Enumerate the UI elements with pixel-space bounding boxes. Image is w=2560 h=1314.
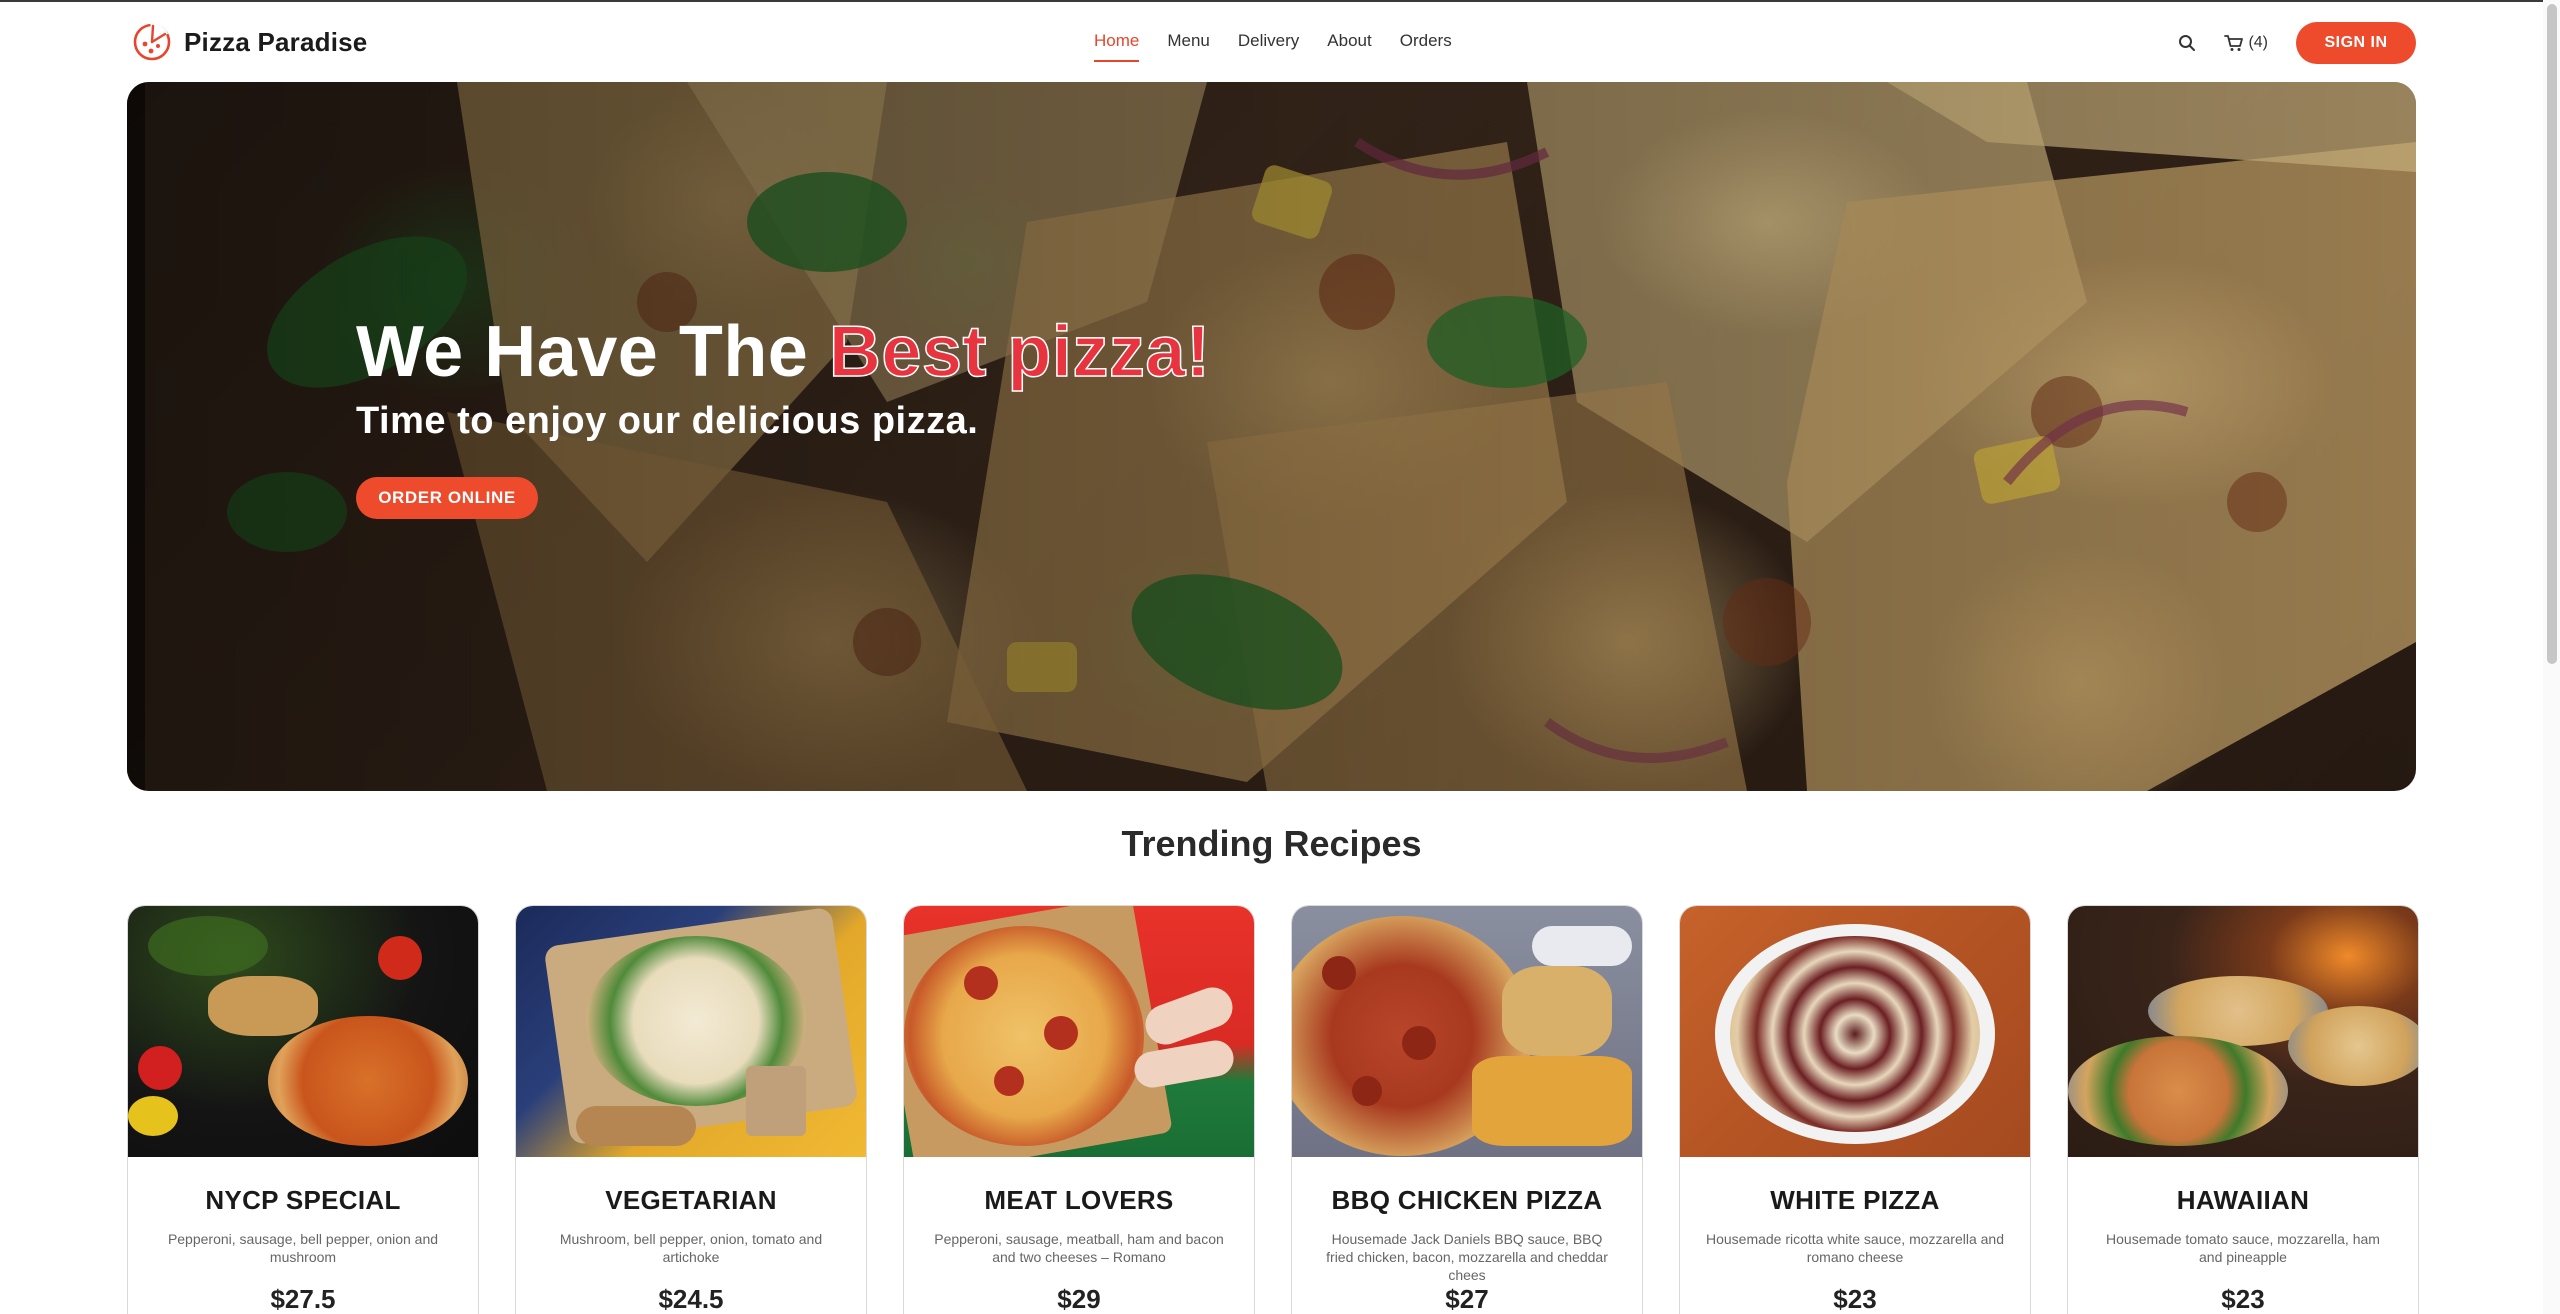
recipe-card[interactable]: WHITE PIZZA Housemade ricotta white sauc… <box>1679 905 2031 1314</box>
search-button[interactable] <box>2178 34 2196 52</box>
recipe-card[interactable]: VEGETARIAN Mushroom, bell pepper, onion,… <box>515 905 867 1314</box>
recipe-card[interactable]: NYCP SPECIAL Pepperoni, sausage, bell pe… <box>127 905 479 1314</box>
recipe-description: Housemade Jack Daniels BBQ sauce, BBQ fr… <box>1326 1231 1608 1283</box>
search-icon <box>2179 35 2196 51</box>
recipe-image <box>516 906 866 1157</box>
cart-icon <box>2224 35 2244 51</box>
nav-about[interactable]: About <box>1327 28 1371 62</box>
recipe-image <box>128 906 478 1157</box>
nav-delivery[interactable]: Delivery <box>1238 28 1299 62</box>
brand-name: Pizza Paradise <box>184 26 368 57</box>
pizza-slice-icon <box>133 23 171 61</box>
recipe-description: Pepperoni, sausage, bell pepper, onion a… <box>167 1231 439 1265</box>
recipe-description: Housemade tomato sauce, mozzarella, ham … <box>2106 1231 2380 1265</box>
recipe-image <box>2068 906 2418 1157</box>
trending-title: Trending Recipes <box>1121 823 1422 864</box>
recipe-card[interactable]: HAWAIIAN Housemade tomato sauce, mozzare… <box>2067 905 2419 1314</box>
recipe-description: Housemade ricotta white sauce, mozzarell… <box>1705 1231 2005 1265</box>
recipe-price: $24.5 <box>658 1284 724 1314</box>
recipe-name: WHITE PIZZA <box>1770 1185 1940 1215</box>
recipe-price: $23 <box>1833 1284 1877 1314</box>
hero-title: We Have The Best pizza! <box>356 310 1211 394</box>
header-actions: (4) SIGN IN <box>2178 22 2416 64</box>
hero-edge-shadow <box>127 82 145 791</box>
recipe-description: Pepperoni, sausage, meatball, ham and ba… <box>934 1231 1224 1265</box>
recipe-name: HAWAIIAN <box>2176 1185 2310 1215</box>
nav-orders[interactable]: Orders <box>1400 28 1452 62</box>
hero-content: We Have The Best pizza! Time to enjoy ou… <box>356 310 1211 519</box>
recipe-image <box>1292 906 1642 1157</box>
hero-title-prefix: We Have The <box>356 312 809 392</box>
recipe-description: Mushroom, bell pepper, onion, tomato and… <box>559 1231 823 1265</box>
nav-menu[interactable]: Menu <box>1167 28 1210 62</box>
hero-title-accent: Best pizza! <box>828 311 1211 393</box>
page-scrollbar[interactable] <box>2543 0 2560 1314</box>
scrollbar-thumb[interactable] <box>2547 4 2557 664</box>
brand[interactable]: Pizza Paradise <box>132 21 367 63</box>
recipe-price: $23 <box>2221 1284 2265 1314</box>
recipe-price: $27.5 <box>270 1284 336 1314</box>
recipe-price: $29 <box>1057 1284 1101 1314</box>
recipe-name: BBQ CHICKEN PIZZA <box>1331 1185 1603 1215</box>
trending-cards: NYCP SPECIAL Pepperoni, sausage, bell pe… <box>127 905 2419 1314</box>
recipe-card[interactable]: BBQ CHICKEN PIZZA Housemade Jack Daniels… <box>1291 905 1643 1314</box>
hero-subtitle: Time to enjoy our delicious pizza. <box>356 400 979 442</box>
recipe-name: VEGETARIAN <box>605 1185 777 1215</box>
cart-button[interactable]: (4) <box>2224 34 2268 52</box>
recipe-name: MEAT LOVERS <box>984 1185 1174 1215</box>
recipe-card[interactable]: MEAT LOVERS Pepperoni, sausage, meatball… <box>903 905 1255 1314</box>
sign-in-button[interactable]: SIGN IN <box>2296 22 2416 64</box>
recipe-name: NYCP SPECIAL <box>205 1185 401 1215</box>
recipe-image <box>904 906 1254 1157</box>
recipe-price: $27 <box>1445 1284 1489 1314</box>
cart-count: (4) <box>2248 34 2268 51</box>
main-nav: Home Menu Delivery About Orders <box>1094 28 1480 62</box>
recipe-image <box>1680 906 2030 1157</box>
order-online-button[interactable]: ORDER ONLINE <box>356 477 538 519</box>
hero-banner: We Have The Best pizza! Time to enjoy ou… <box>127 82 2416 791</box>
nav-home[interactable]: Home <box>1094 28 1140 62</box>
navbar: Pizza Paradise Home Menu Delivery About … <box>0 2 2560 80</box>
